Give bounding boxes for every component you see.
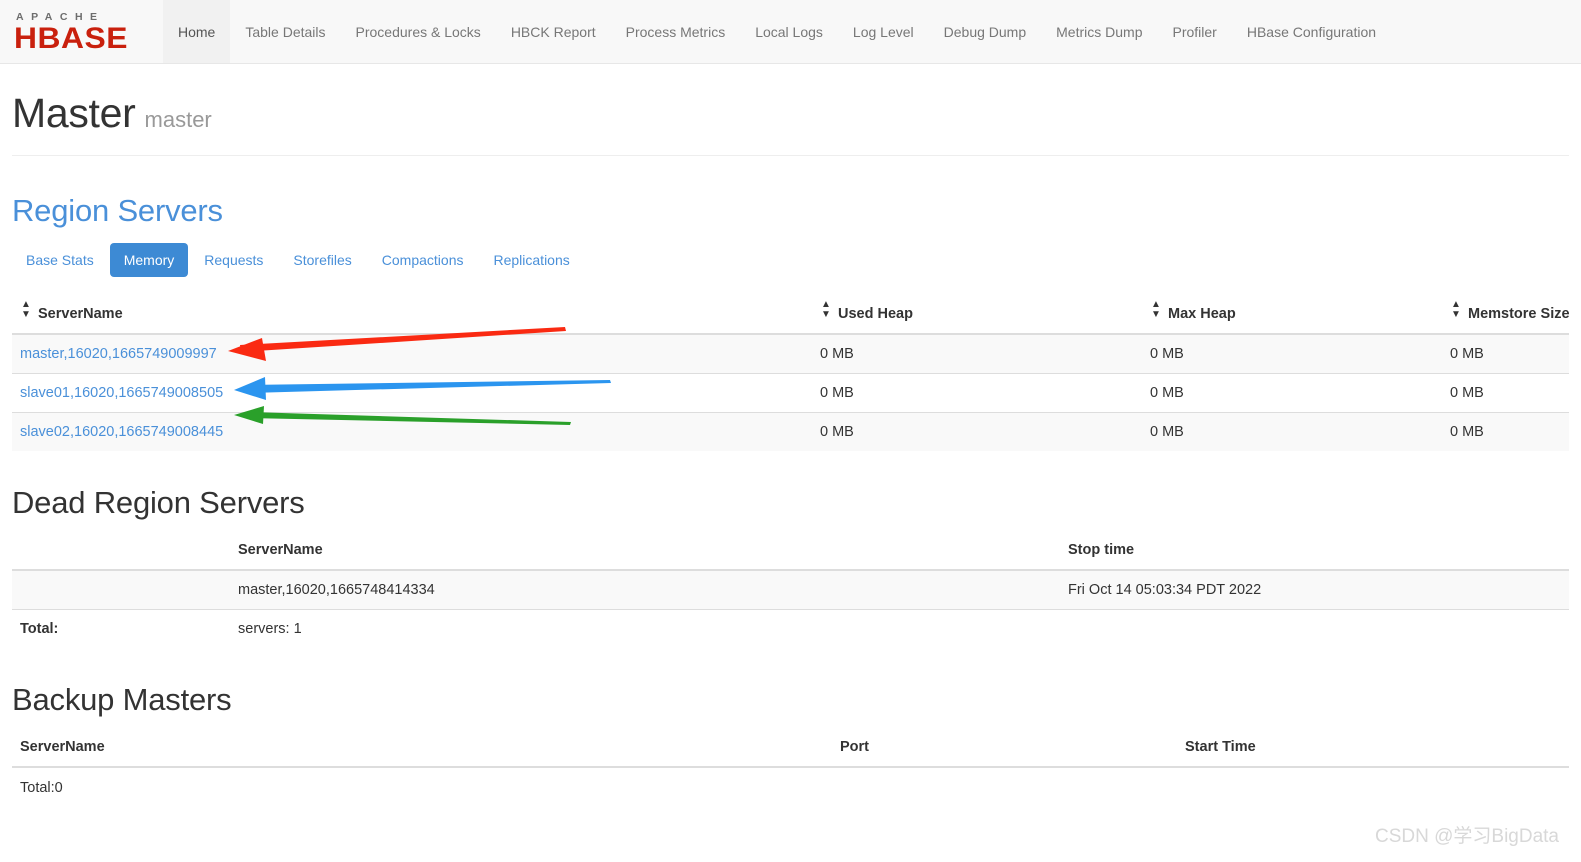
backup-masters-table-head: ServerName Port Start Time [12, 728, 1569, 768]
page-container: Master master Region Servers Base Stats M… [0, 64, 1581, 796]
sort-icon[interactable]: ▲ ▼ [1450, 300, 1462, 320]
col-header-dead-servername: ServerName [230, 531, 1060, 571]
region-servers-tabs: Base Stats Memory Requests Storefiles Co… [12, 243, 1569, 277]
cell-used-heap: 0 MB [812, 373, 1142, 413]
table-header-row: ▲ ▼ ServerName ▲ ▼ Used Heap ▲ ▼ Max Heap ▲ ▼ Me… [12, 290, 1569, 335]
nav-item-hbase-configuration[interactable]: HBase Configuration [1232, 0, 1391, 63]
sort-icon[interactable]: ▲ ▼ [1150, 300, 1162, 320]
dead-region-servers-table: ServerName Stop time master,16020,166574… [12, 531, 1569, 648]
region-servers-table-scroll[interactable]: ▲ ▼ ServerName ▲ ▼ Used Heap ▲ ▼ Max Heap ▲ ▼ Me… [12, 290, 1569, 451]
nav-item-table-details[interactable]: Table Details [230, 0, 340, 63]
cell-memstore-size: 0 MB [1442, 333, 1569, 374]
cell-memstore-size: 0 MB [1442, 373, 1569, 413]
page-subtitle: master [144, 107, 212, 132]
cell-max-heap: 0 MB [1142, 412, 1442, 451]
nav-item-home[interactable]: Home [163, 0, 231, 63]
server-link-slave01[interactable]: slave01,16020,1665749008505 [20, 385, 223, 401]
col-header-servername-label: ServerName [38, 306, 123, 322]
backup-masters-total: Total:0 [20, 780, 63, 796]
col-header-used-heap-label: Used Heap [838, 306, 913, 322]
navbar-items: Home Table Details Procedures & Locks HB… [163, 0, 1391, 63]
cell-dead-total-blank [1060, 609, 1569, 648]
table-row: master,16020,1665748414334 Fri Oct 14 05… [12, 569, 1569, 610]
backup-masters-heading: Backup Masters [12, 682, 232, 717]
table-row: slave01,16020,1665749008505 0 MB 0 MB 0 … [12, 373, 1569, 413]
nav-item-log-level[interactable]: Log Level [838, 0, 929, 63]
tab-compactions[interactable]: Compactions [368, 243, 478, 277]
page-title: Master [12, 90, 136, 136]
region-servers-table-body: master,16020,1665749009997 0 MB 0 MB 0 M… [12, 333, 1569, 451]
dead-region-servers-table-body: master,16020,1665748414334 Fri Oct 14 05… [12, 569, 1569, 648]
page-header: Master master [12, 64, 1569, 156]
server-link-slave02[interactable]: slave02,16020,1665749008445 [20, 424, 223, 440]
col-header-servername[interactable]: ▲ ▼ ServerName [12, 290, 812, 335]
cell-dead-total-label: Total: [12, 609, 230, 648]
cell-used-heap: 0 MB [812, 412, 1142, 451]
cell-used-heap: 0 MB [812, 333, 1142, 374]
server-link-master[interactable]: master,16020,1665749009997 [20, 346, 217, 362]
col-header-max-heap-label: Max Heap [1168, 306, 1236, 322]
cell-dead-total-value: servers: 1 [230, 609, 1060, 648]
region-servers-table: ▲ ▼ ServerName ▲ ▼ Used Heap ▲ ▼ Max Heap ▲ ▼ Me… [12, 290, 1569, 451]
cell-max-heap: 0 MB [1142, 333, 1442, 374]
backup-masters-table: ServerName Port Start Time [12, 728, 1569, 768]
col-header-backup-start-time: Start Time [1177, 728, 1569, 768]
cell-dead-stop-time: Fri Oct 14 05:03:34 PDT 2022 [1060, 569, 1569, 610]
cell-servername: slave01,16020,1665749008505 [12, 373, 812, 413]
nav-item-hbck-report[interactable]: HBCK Report [496, 0, 611, 63]
table-header-row: ServerName Stop time [12, 531, 1569, 571]
logo-hbase-text: HBASE [14, 21, 128, 55]
tab-base-stats[interactable]: Base Stats [12, 243, 108, 277]
nav-item-process-metrics[interactable]: Process Metrics [611, 0, 741, 63]
nav-item-metrics-dump[interactable]: Metrics Dump [1041, 0, 1157, 63]
dead-region-servers-table-head: ServerName Stop time [12, 531, 1569, 571]
cell-servername: master,16020,1665749009997 [12, 333, 812, 374]
table-row: slave02,16020,1665749008445 0 MB 0 MB 0 … [12, 412, 1569, 451]
table-row: master,16020,1665749009997 0 MB 0 MB 0 M… [12, 333, 1569, 374]
nav-item-procedures-locks[interactable]: Procedures & Locks [341, 0, 496, 63]
col-header-used-heap[interactable]: ▲ ▼ Used Heap [812, 290, 1142, 335]
top-navbar: APACHE HBASE Home Table Details Procedur… [0, 0, 1581, 64]
table-header-row: ServerName Port Start Time [12, 728, 1569, 768]
col-header-backup-servername: ServerName [12, 728, 832, 768]
sort-icon[interactable]: ▲ ▼ [820, 300, 832, 320]
col-header-memstore-size-label: Memstore Size [1468, 306, 1569, 322]
table-total-row: Total: servers: 1 [12, 609, 1569, 648]
dead-region-servers-heading: Dead Region Servers [12, 485, 305, 520]
sort-icon[interactable]: ▲ ▼ [20, 300, 32, 320]
cell-dead-servername: master,16020,1665748414334 [230, 569, 1060, 610]
col-header-max-heap[interactable]: ▲ ▼ Max Heap [1142, 290, 1442, 335]
cell-memstore-size: 0 MB [1442, 412, 1569, 451]
col-header-memstore-size[interactable]: ▲ ▼ Memstore Size [1442, 290, 1569, 335]
cell-dead-blank [12, 569, 230, 610]
tab-requests[interactable]: Requests [190, 243, 277, 277]
nav-item-local-logs[interactable]: Local Logs [740, 0, 838, 63]
tab-replications[interactable]: Replications [479, 243, 583, 277]
nav-item-debug-dump[interactable]: Debug Dump [929, 0, 1042, 63]
nav-item-profiler[interactable]: Profiler [1158, 0, 1232, 63]
cell-servername: slave02,16020,1665749008445 [12, 412, 812, 451]
csdn-watermark: CSDN @学习BigData [1375, 826, 1559, 847]
col-header-dead-blank [12, 531, 230, 571]
region-servers-table-head: ▲ ▼ ServerName ▲ ▼ Used Heap ▲ ▼ Max Heap ▲ ▼ Me… [12, 290, 1569, 335]
tab-memory[interactable]: Memory [109, 243, 189, 277]
hbase-logo[interactable]: APACHE HBASE [0, 0, 163, 63]
col-header-dead-stop-time: Stop time [1060, 531, 1569, 571]
col-header-backup-port: Port [832, 728, 1177, 768]
region-servers-heading: Region Servers [12, 193, 223, 228]
cell-max-heap: 0 MB [1142, 373, 1442, 413]
tab-storefiles[interactable]: Storefiles [279, 243, 365, 277]
